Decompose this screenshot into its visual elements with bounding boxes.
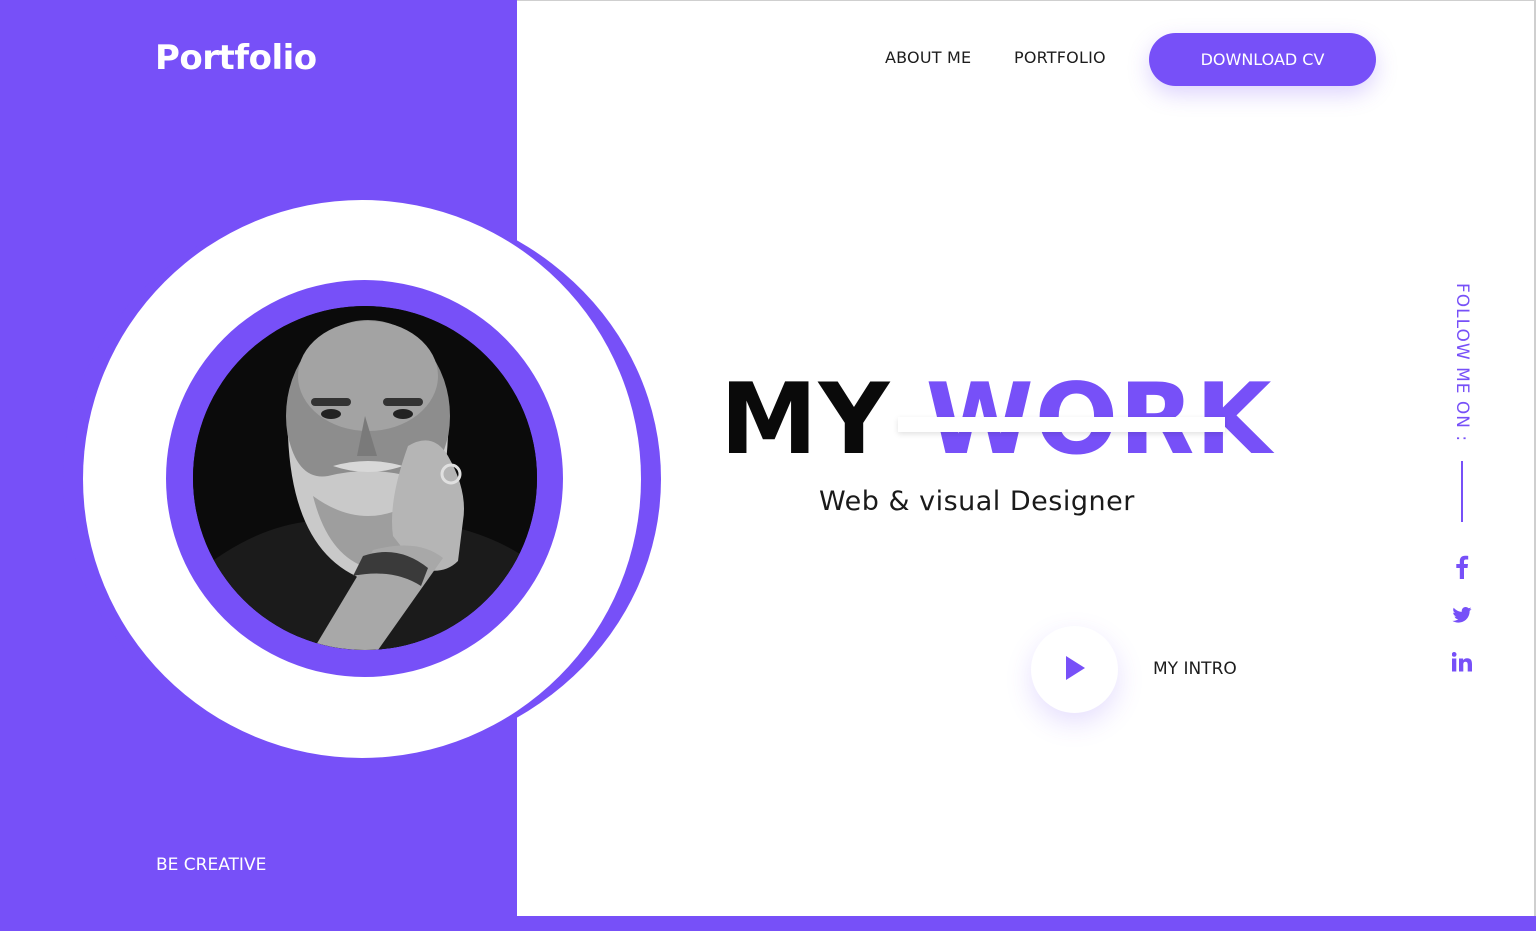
play-icon	[1064, 655, 1086, 685]
top-border	[517, 0, 1536, 1]
bottom-accent-bar	[517, 916, 1536, 931]
twitter-icon[interactable]	[1450, 603, 1474, 627]
linkedin-icon[interactable]	[1450, 650, 1474, 674]
tagline: BE CREATIVE	[156, 855, 267, 875]
logo[interactable]: Portfolio	[155, 38, 317, 78]
profile-photo	[193, 306, 537, 650]
hero-subtitle: Web & visual Designer	[819, 486, 1135, 517]
play-intro-button[interactable]	[1031, 626, 1118, 713]
title-accent-bar	[898, 417, 1225, 432]
follow-divider	[1461, 461, 1463, 522]
my-intro-label[interactable]: MY INTRO	[1153, 659, 1237, 679]
portfolio-page: Portfolio ABOUT ME PORTFOLIO DOWNLOAD CV…	[0, 0, 1536, 931]
facebook-icon[interactable]	[1450, 555, 1474, 579]
follow-me-label: FOLLOW ME ON :	[1452, 283, 1472, 443]
nav-portfolio[interactable]: PORTFOLIO	[1014, 48, 1106, 67]
nav-about-me[interactable]: ABOUT ME	[885, 48, 971, 67]
hero-title-word-1: MY	[720, 363, 891, 477]
download-cv-label: DOWNLOAD CV	[1200, 50, 1325, 69]
download-cv-button[interactable]: DOWNLOAD CV	[1149, 33, 1376, 86]
